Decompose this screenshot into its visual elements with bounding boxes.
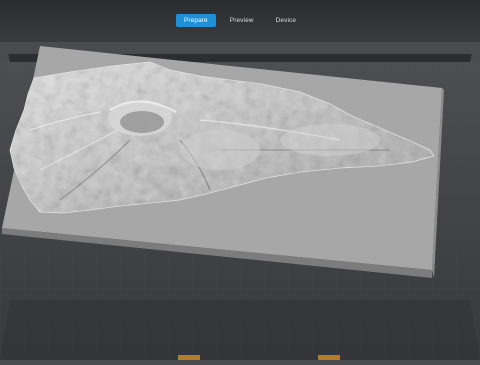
tab-device[interactable]: Device xyxy=(268,14,304,27)
tab-prepare[interactable]: Prepare xyxy=(175,14,216,27)
scene[interactable] xyxy=(0,42,480,360)
3d-viewport[interactable] xyxy=(0,42,480,360)
top-bar: Prepare Preview Device xyxy=(0,0,480,42)
tab-preview[interactable]: Preview xyxy=(222,14,262,27)
mode-tabs: Prepare Preview Device xyxy=(0,14,480,27)
